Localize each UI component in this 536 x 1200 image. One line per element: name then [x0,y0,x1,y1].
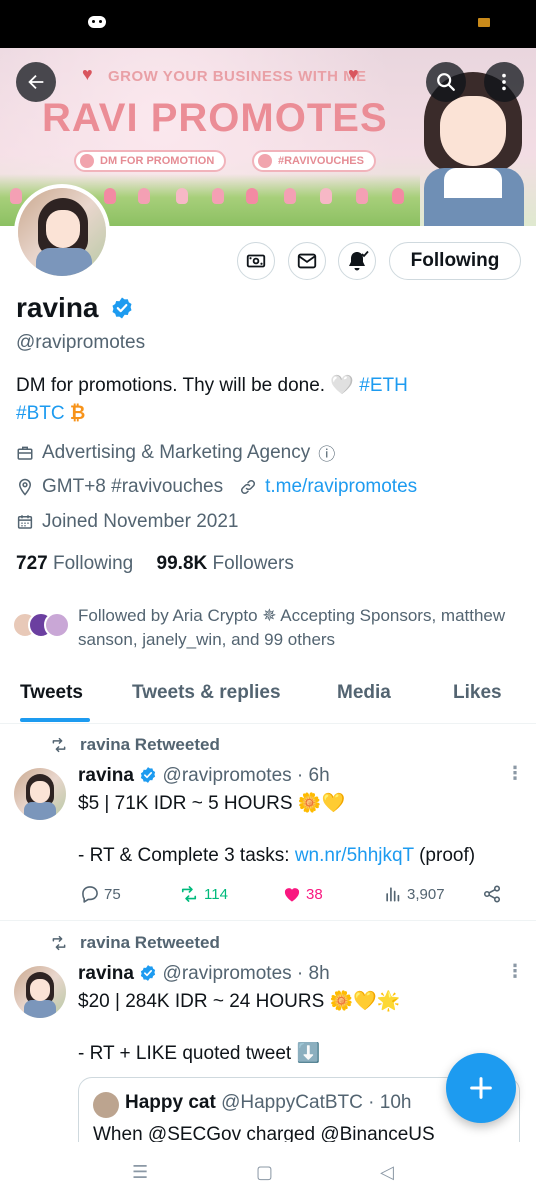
views-button[interactable]: 3,907 [383,884,445,904]
subscribe-button[interactable] [237,242,275,280]
verified-badge-icon [141,767,156,783]
status-bar [0,0,536,48]
tweet-text: $20 | 284K IDR ~ 24 HOURS 🌼💛🌟 - RT + LIK… [78,991,401,1064]
retweet-icon [52,737,66,753]
verified-badge-icon [141,965,156,981]
reply-button[interactable]: 75 [80,884,121,904]
share-button[interactable] [482,884,506,904]
hashtag-eth-link[interactable]: #ETH [359,375,408,396]
bio-text: DM for promotions. Thy will be done. 🤍 [16,375,354,396]
tweet-more-icon[interactable]: ⋮ [506,764,524,782]
arrow-left-icon [28,74,44,90]
tweet-header: ravina @ravipromotes · 6h [78,765,330,787]
tweet-link[interactable]: wn.nr/5hhjkqT [295,845,414,866]
profile-tabs: Tweets Tweets & replies Media Likes [0,668,536,724]
profile-location-row: GMT+8 #ravivouches t.me/ravipromotes [16,476,417,498]
message-button[interactable] [288,242,326,280]
share-icon [483,885,501,903]
heart-icon: ♥ [82,64,93,84]
recent-apps-button[interactable]: ☰ [132,1162,148,1183]
tab-media[interactable]: Media [337,682,391,704]
info-icon[interactable]: ⓘ [318,440,335,465]
retweet-button[interactable]: 114 [178,884,228,904]
compose-tweet-button[interactable] [446,1053,516,1123]
like-button[interactable]: 38 [282,884,323,904]
profile-location: GMT+8 #ravivouches [42,476,224,497]
reply-icon [82,886,98,903]
active-tab-indicator [20,718,90,722]
tweet-actions: 75 114 38 3,907 [78,884,508,908]
tweet-handle-time: @ravipromotes · 8h [162,963,330,984]
tweet-header: ravina @ravipromotes · 8h [78,963,330,985]
followers-count-link[interactable]: 99.8K Followers [157,553,294,574]
system-navigation-bar: ☰ ▢ ◁ [0,1142,536,1200]
profile-bio: DM for promotions. Thy will be done. 🤍 #… [16,372,516,428]
heart-icon: ♥ [348,64,359,84]
tweet-author-name[interactable]: ravina [78,765,134,786]
system-back-button[interactable]: ◁ [380,1162,394,1183]
follower-avatar [44,612,70,638]
following-button[interactable]: Following [389,242,521,280]
location-pin-icon [18,478,32,496]
banner-tagline: GROW YOUR BUSINESS WITH ME [108,68,367,85]
battery-icon [478,18,490,27]
following-count-link[interactable]: 727 Following [16,553,133,574]
tweet-handle-time: @ravipromotes · 6h [162,765,330,786]
followed-by-text: Followed by Aria Crypto ✵ Accepting Spon… [78,606,506,649]
verified-badge-icon [112,297,132,319]
tweet-more-icon[interactable]: ⋮ [506,962,524,980]
retweet-icon [52,935,66,951]
profile-joined: Joined November 2021 [16,511,238,533]
calendar-icon [17,515,33,529]
hashtag-btc-link[interactable]: #BTC [16,403,65,424]
bitcoin-icon: ₿ [69,403,86,424]
tab-tweets-replies[interactable]: Tweets & replies [132,682,281,704]
notifications-button[interactable] [338,242,376,280]
tweet-author-name[interactable]: ravina [78,963,134,984]
followed-by-row[interactable]: Followed by Aria Crypto ✵ Accepting Spon… [12,604,522,652]
home-button[interactable]: ▢ [256,1162,273,1183]
hashtag-icon [258,154,272,168]
heart-filled-icon [284,888,300,902]
banner-title: RAVI PROMOTES [42,96,388,140]
search-icon [437,73,455,91]
views-bar-chart-icon [386,887,400,902]
mail-icon [80,154,94,168]
tweet-text: $5 | 71K IDR ~ 5 HOURS 🌼💛 - RT & Complet… [78,793,476,866]
profile-category: Advertising & Marketing Agency ⓘ [16,440,335,465]
mail-icon [297,253,317,269]
tab-likes[interactable]: Likes [453,682,502,704]
plus-icon [470,1077,492,1099]
retweet-icon [181,886,197,902]
back-button[interactable] [16,62,56,102]
banner-pill-dm: DM FOR PROMOTION [74,150,227,172]
retweet-context: ravina Retweeted [50,735,220,755]
profile-handle: @ravipromotes [16,332,146,353]
profile-website-link[interactable]: t.me/ravipromotes [265,476,417,498]
more-vertical-icon [502,73,506,91]
tweet-author-avatar[interactable] [14,768,66,820]
more-options-button[interactable] [484,62,524,102]
tweet-divider [0,920,536,921]
gamepad-icon [88,16,106,28]
retweet-context: ravina Retweeted [50,933,220,953]
briefcase-icon [17,446,33,460]
search-button[interactable] [426,62,466,102]
link-icon [241,479,256,495]
money-icon [246,254,266,268]
profile-name: ravina [16,292,99,323]
tweet-author-avatar[interactable] [14,966,66,1018]
profile-avatar[interactable] [14,184,110,280]
quoted-tweet-header: Happy cat @HappyCatBTC · 10h [125,1092,412,1113]
bell-check-icon [349,250,369,271]
quoted-author-avatar [93,1092,119,1118]
profile-stats: 727 Following 99.8K Followers [16,553,294,575]
tab-tweets[interactable]: Tweets [20,682,83,704]
banner-pill-hashtag: #RAVIVOUCHES [252,150,376,172]
